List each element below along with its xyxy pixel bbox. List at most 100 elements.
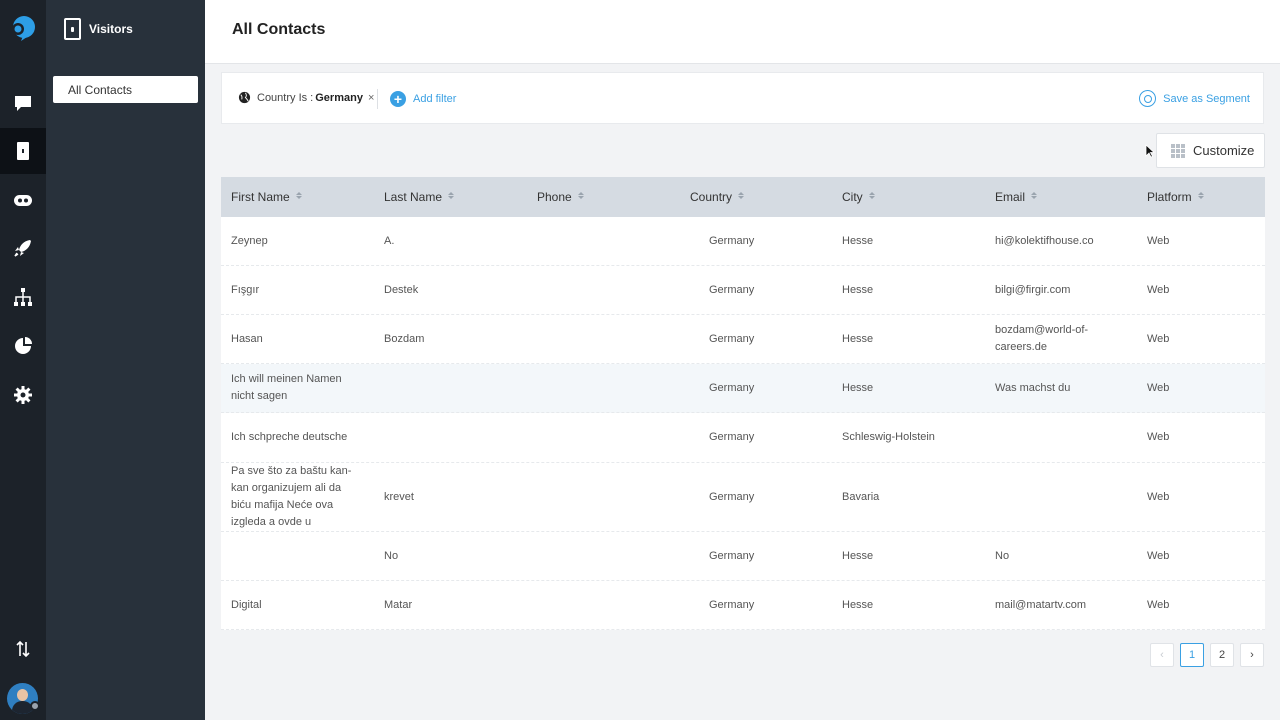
- filter-field-label: Country Is :: [257, 91, 314, 104]
- table-row[interactable]: No Germany Hesse No Web: [221, 532, 1265, 581]
- cell-city: Hesse: [842, 234, 874, 247]
- hierarchy-nav-icon[interactable]: [0, 274, 46, 320]
- country-filter-chip[interactable]: Country Is : Germany ×: [238, 91, 374, 104]
- page-title: All Contacts: [232, 21, 326, 38]
- cell-first-name: Pa sve što za baštu kan-kan organizujem …: [231, 465, 352, 528]
- column-header-first-name[interactable]: First Name: [221, 177, 374, 217]
- reports-pie-icon[interactable]: [0, 323, 46, 369]
- sidebar-header: Visitors: [64, 18, 133, 40]
- add-filter-label: Add filter: [413, 93, 457, 105]
- column-header-email[interactable]: Email: [985, 177, 1137, 217]
- settings-gear-icon[interactable]: [0, 372, 46, 418]
- cell-platform: Web: [1147, 332, 1170, 345]
- cell-country: Germany: [709, 549, 755, 562]
- cell-city: Hesse: [842, 598, 874, 611]
- cell-city: Hesse: [842, 332, 874, 345]
- cell-first-name: Fışgır: [231, 283, 260, 296]
- table-row[interactable]: Ich schpreche deutsche Germany Schleswig-H…: [221, 413, 1265, 463]
- cell-first-name: Zeynep: [231, 234, 268, 247]
- customize-label: Customize: [1193, 143, 1255, 158]
- add-filter-button[interactable]: + Add filter: [390, 91, 456, 107]
- sort-arrows-icon[interactable]: [0, 626, 46, 672]
- sort-icon[interactable]: [1197, 192, 1204, 199]
- cell-email: Was machst du: [995, 381, 1071, 394]
- cell-country: Germany: [709, 598, 755, 611]
- sort-icon[interactable]: [738, 192, 745, 199]
- cell-email: bilgi@firgir.com: [995, 283, 1071, 296]
- cell-first-name: Digital: [231, 598, 262, 611]
- column-header-label: Country: [690, 190, 733, 204]
- divider: [377, 89, 378, 109]
- contacts-table: First Name Last Name Phone Country City Email…: [221, 177, 1265, 630]
- cell-email: No: [995, 549, 1010, 562]
- column-header-label: Phone: [537, 190, 572, 204]
- column-header-last-name[interactable]: Last Name: [374, 177, 527, 217]
- presence-status-icon: [30, 701, 40, 711]
- column-header-label: Last Name: [384, 190, 443, 204]
- filter-bar: Country Is : Germany × + Add filter Save…: [221, 72, 1264, 124]
- table-row[interactable]: Zeynep A. Germany Hesse hi@kolektifhouse.co W…: [221, 217, 1265, 266]
- cell-city: Hesse: [842, 381, 874, 394]
- cell-country: Germany: [709, 381, 755, 394]
- sidebar-title: Visitors: [89, 22, 133, 36]
- cell-last-name: No: [384, 549, 399, 562]
- next-page-button[interactable]: ›: [1240, 643, 1264, 667]
- cell-country: Germany: [709, 431, 755, 443]
- sort-icon[interactable]: [577, 192, 584, 199]
- page-2-button[interactable]: 2: [1210, 643, 1234, 667]
- sort-icon[interactable]: [1031, 192, 1038, 199]
- cell-last-name: Bozdam: [384, 332, 425, 345]
- pagination: ‹ 1 2 ›: [1150, 643, 1264, 667]
- cell-last-name: Matar: [384, 598, 413, 611]
- cell-email: hi@kolektifhouse.co: [995, 234, 1094, 247]
- sort-icon[interactable]: [868, 192, 875, 199]
- prev-page-button[interactable]: ‹: [1150, 643, 1174, 667]
- chat-nav-icon[interactable]: [0, 80, 46, 126]
- cell-city: Bavaria: [842, 490, 880, 503]
- table-row[interactable]: Digital Matar Germany Hesse mail@matartv.com…: [221, 581, 1265, 630]
- column-header-phone[interactable]: Phone: [527, 177, 680, 217]
- cell-country: Germany: [709, 490, 755, 503]
- save-segment-label: Save as Segment: [1163, 92, 1250, 105]
- sort-icon[interactable]: [295, 192, 302, 199]
- cell-country: Germany: [709, 332, 755, 345]
- contacts-book-icon: [64, 18, 81, 40]
- table-row[interactable]: Fışgır Destek Germany Hesse bilgi@firgir.com…: [221, 266, 1265, 315]
- cell-country: Germany: [709, 234, 755, 247]
- column-header-country[interactable]: Country: [680, 177, 832, 217]
- column-header-city[interactable]: City: [832, 177, 985, 217]
- cell-platform: Web: [1147, 234, 1170, 247]
- app-logo-icon[interactable]: [9, 14, 37, 42]
- bot-nav-icon[interactable]: [0, 177, 46, 223]
- customize-button[interactable]: Customize: [1156, 133, 1265, 168]
- cell-city: Hesse: [842, 283, 874, 296]
- table-row[interactable]: Hasan Bozdam Germany Hesse bozdam@world-of-c…: [221, 315, 1265, 364]
- cell-platform: Web: [1147, 283, 1170, 296]
- cell-first-name: Hasan: [231, 332, 263, 345]
- cell-platform: Web: [1147, 381, 1170, 394]
- filter-value: Germany: [315, 91, 363, 104]
- column-header-label: Email: [995, 190, 1026, 204]
- sidebar-item-all-contacts[interactable]: All Contacts: [53, 76, 198, 103]
- secondary-sidebar: Visitors All Contacts: [46, 0, 205, 720]
- cell-last-name: A.: [384, 234, 395, 247]
- contacts-nav-icon[interactable]: [0, 128, 46, 174]
- cell-city: Schleswig-Holstein: [842, 431, 935, 443]
- icon-rail: [0, 0, 46, 720]
- globe-icon: [238, 91, 251, 104]
- rocket-nav-icon[interactable]: [0, 225, 46, 271]
- cell-platform: Web: [1147, 490, 1170, 503]
- cell-platform: Web: [1147, 431, 1170, 443]
- column-header-platform[interactable]: Platform: [1137, 177, 1265, 217]
- save-as-segment-button[interactable]: Save as Segment: [1139, 90, 1250, 107]
- page-1-button[interactable]: 1: [1180, 643, 1204, 667]
- table-row[interactable]: Pa sve što za baštu kan-kan organizujem …: [221, 463, 1265, 532]
- cell-email: mail@matartv.com: [995, 598, 1087, 611]
- cell-city: Hesse: [842, 549, 874, 562]
- table-row[interactable]: Ich will meinen Namen nicht sagen Germany…: [221, 364, 1265, 413]
- cell-email: bozdam@world-of-careers.de: [995, 324, 1089, 353]
- sort-icon[interactable]: [448, 192, 455, 199]
- column-header-label: First Name: [231, 190, 290, 204]
- segment-target-icon: [1139, 90, 1157, 107]
- remove-filter-button[interactable]: ×: [368, 92, 374, 104]
